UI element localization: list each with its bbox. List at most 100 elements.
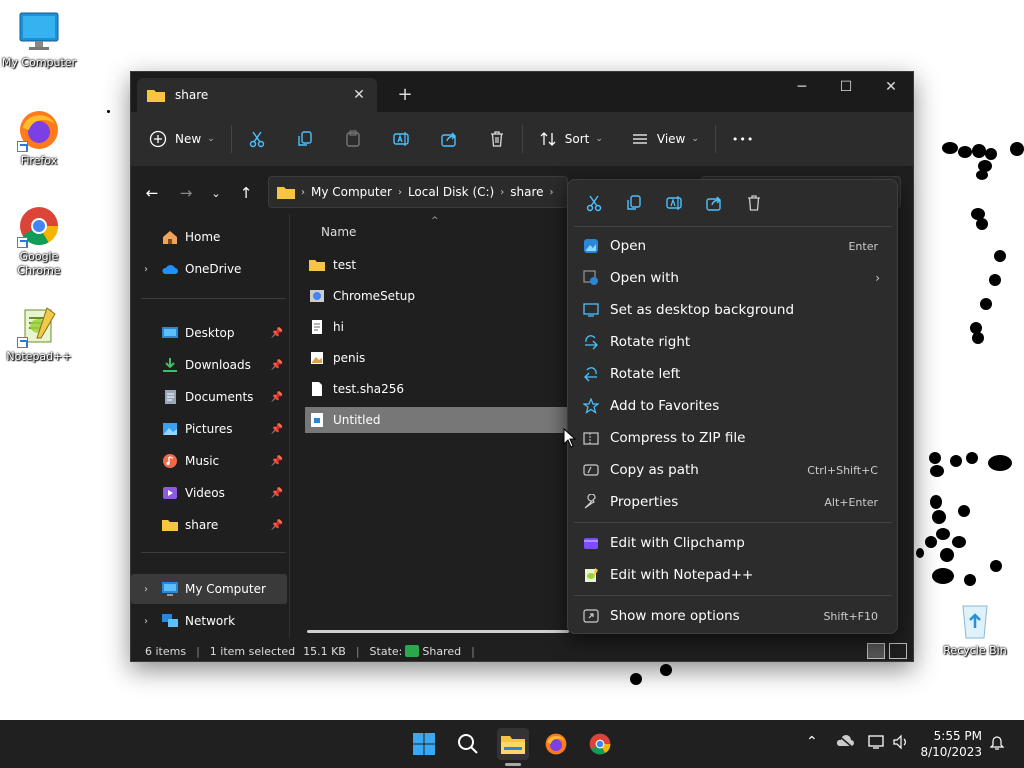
- desktop-icon-notepadpp[interactable]: Notepad++: [0, 304, 79, 364]
- sidebar-item-documents[interactable]: Documents 📌: [131, 382, 287, 412]
- computer-icon: [162, 582, 178, 596]
- menu-item-copy-as-path[interactable]: Copy as path Ctrl+Shift+C: [574, 454, 892, 486]
- sidebar-item-pictures[interactable]: Pictures 📌: [131, 414, 287, 444]
- up-button[interactable]: ↑: [233, 180, 259, 206]
- search-button[interactable]: [452, 728, 484, 760]
- copy-button[interactable]: [288, 122, 322, 156]
- new-button[interactable]: New ⌄: [141, 122, 223, 156]
- chevron-right-icon[interactable]: ›: [131, 584, 161, 595]
- videos-icon: [163, 487, 177, 499]
- network-tray-icon[interactable]: [868, 734, 886, 754]
- breadcrumb-local-disk[interactable]: Local Disk (C:): [408, 185, 494, 199]
- menu-item-label: Add to Favorites: [610, 398, 720, 414]
- file-row-hi[interactable]: hi: [305, 314, 571, 340]
- sidebar-item-share[interactable]: share 📌: [131, 510, 287, 540]
- sidebar-item-onedrive[interactable]: › OneDrive: [131, 254, 287, 284]
- clock[interactable]: 5:55 PM 8/10/2023: [910, 728, 982, 760]
- menu-item-add-to-favorites[interactable]: Add to Favorites: [574, 390, 892, 422]
- breadcrumb-my-computer[interactable]: My Computer: [311, 185, 392, 199]
- start-button[interactable]: [408, 728, 440, 760]
- show-hidden-icons-button[interactable]: ⌃: [806, 734, 818, 750]
- rename-button[interactable]: [384, 122, 418, 156]
- forward-button[interactable]: →: [173, 180, 199, 206]
- address-bar[interactable]: › My Computer › Local Disk (C:) › share …: [268, 176, 568, 208]
- search-icon: [458, 734, 478, 754]
- copy-icon[interactable]: [622, 191, 646, 215]
- sidebar-item-label: Desktop: [185, 326, 235, 340]
- tab-share[interactable]: share ✕: [137, 78, 377, 112]
- file-row-penis[interactable]: penis: [305, 345, 571, 371]
- share-icon[interactable]: [702, 191, 726, 215]
- menu-item-rotate-right[interactable]: Rotate right: [574, 326, 892, 358]
- file-row-untitled[interactable]: Untitled: [305, 407, 571, 433]
- share-button[interactable]: [432, 122, 466, 156]
- network-icon: [162, 614, 178, 627]
- show-more-icon: [582, 607, 600, 625]
- rename-icon[interactable]: [662, 191, 686, 215]
- sort-button[interactable]: Sort ⌄: [531, 122, 611, 156]
- desktop-icon-chrome[interactable]: Google Chrome: [0, 204, 79, 278]
- share-icon: [441, 132, 456, 147]
- menu-item-open[interactable]: Open Enter: [574, 230, 892, 262]
- column-header-label: Name: [321, 225, 357, 239]
- sidebar-item-desktop[interactable]: Desktop 📌: [131, 318, 287, 348]
- sidebar-item-videos[interactable]: Videos 📌: [131, 478, 287, 508]
- chevron-right-icon[interactable]: ›: [131, 264, 161, 275]
- sidebar-item-home[interactable]: Home: [131, 222, 287, 252]
- desktop-icon-my-computer[interactable]: My Computer: [0, 10, 79, 70]
- cut-button[interactable]: [240, 122, 274, 156]
- paste-button[interactable]: [336, 122, 370, 156]
- tiles-view-button[interactable]: [889, 643, 907, 659]
- sidebar-item-downloads[interactable]: Downloads 📌: [131, 350, 287, 380]
- menu-item-show-more-options[interactable]: Show more options Shift+F10: [574, 600, 892, 632]
- taskbar-chrome[interactable]: [584, 728, 616, 760]
- file-row-test[interactable]: test: [305, 252, 571, 278]
- notifications-icon[interactable]: [988, 734, 1006, 756]
- menu-item-properties[interactable]: Properties Alt+Enter: [574, 486, 892, 518]
- sidebar-item-music[interactable]: Music 📌: [131, 446, 287, 476]
- minimize-button[interactable]: ─: [779, 72, 825, 102]
- music-icon: [163, 454, 177, 468]
- menu-item-compress-zip[interactable]: Compress to ZIP file: [574, 422, 892, 454]
- sidebar-item-my-computer[interactable]: › My Computer: [131, 574, 287, 604]
- file-row-chromesetup[interactable]: ChromeSetup: [305, 283, 571, 309]
- desktop-icon-recycle-bin[interactable]: Recycle Bin: [935, 598, 1015, 658]
- back-button[interactable]: ←: [139, 180, 165, 206]
- volume-icon[interactable]: [892, 734, 910, 754]
- state-value: Shared: [422, 644, 462, 658]
- close-tab-icon[interactable]: ✕: [347, 83, 371, 107]
- new-tab-button[interactable]: +: [393, 82, 417, 106]
- column-header-name[interactable]: ^ Name: [301, 214, 571, 250]
- menu-item-open-with[interactable]: Open with ›: [574, 262, 892, 294]
- sidebar-item-network[interactable]: › Network: [131, 606, 287, 636]
- delete-icon[interactable]: [742, 191, 766, 215]
- taskbar-firefox[interactable]: [540, 728, 572, 760]
- wrench-icon: [582, 493, 600, 511]
- recent-locations-button[interactable]: ⌄: [203, 180, 229, 206]
- clock-time: 5:55 PM: [933, 729, 982, 743]
- horizontal-scrollbar[interactable]: [307, 630, 569, 633]
- onedrive-tray-icon[interactable]: [835, 734, 855, 752]
- chevron-right-icon[interactable]: ›: [131, 616, 161, 627]
- cloud-icon: [162, 265, 178, 274]
- close-window-button[interactable]: ✕: [868, 72, 914, 102]
- chevron-down-icon: ⌄: [207, 134, 215, 144]
- desktop-icon-firefox[interactable]: Firefox: [0, 108, 79, 168]
- taskbar-file-explorer[interactable]: [497, 728, 529, 760]
- menu-item-label: Open: [610, 238, 647, 254]
- breadcrumb-share[interactable]: share: [510, 185, 543, 199]
- maximize-button[interactable]: ☐: [823, 72, 869, 102]
- chrome-icon: [589, 733, 611, 755]
- file-row-test-sha256[interactable]: test.sha256: [305, 376, 571, 402]
- details-view-button[interactable]: [867, 643, 885, 659]
- more-options-button[interactable]: •••: [724, 122, 762, 156]
- desktop-icon-label: Notepad++: [6, 350, 72, 363]
- view-button[interactable]: View ⌄: [623, 122, 707, 156]
- view-label: View: [656, 132, 686, 146]
- cut-icon[interactable]: [582, 191, 606, 215]
- menu-item-rotate-left[interactable]: Rotate left: [574, 358, 892, 390]
- menu-item-edit-clipchamp[interactable]: Edit with Clipchamp: [574, 527, 892, 559]
- menu-item-edit-notepadpp[interactable]: Edit with Notepad++: [574, 559, 892, 591]
- menu-item-set-desktop-background[interactable]: Set as desktop background: [574, 294, 892, 326]
- delete-button[interactable]: [480, 122, 514, 156]
